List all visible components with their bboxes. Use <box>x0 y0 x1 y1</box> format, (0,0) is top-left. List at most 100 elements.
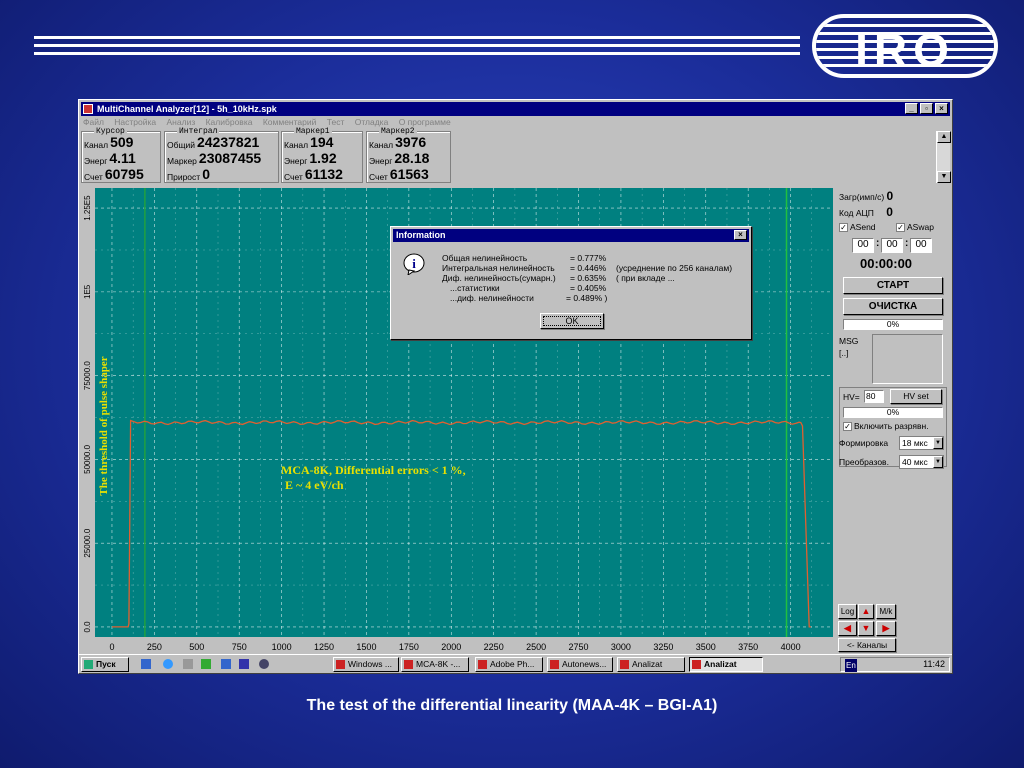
mk-button[interactable]: M/k <box>876 604 896 619</box>
menu-comment[interactable]: Комментарий <box>263 117 317 127</box>
arrow-right-icon[interactable]: ▶ <box>876 621 896 636</box>
task-analizat-1[interactable]: Analizat <box>617 657 685 672</box>
time-hours-field[interactable]: 00 <box>852 238 874 253</box>
chevron-down-icon[interactable]: ▼ <box>933 437 943 449</box>
menu-file[interactable]: Файл <box>83 117 104 127</box>
time-minutes-field[interactable]: 00 <box>881 238 903 253</box>
mca-window: MultiChannel Analyzer[12] - 5h_10kHz.spk… <box>78 99 953 674</box>
y-tick-label: 1.25E5 <box>83 195 92 221</box>
time-seconds-field[interactable]: 00 <box>910 238 932 253</box>
network-icon[interactable] <box>259 659 269 669</box>
aswap-label: ASwap <box>907 222 934 232</box>
msg-label: MSG <box>839 336 859 346</box>
dialog-value-2: = 0.446% <box>570 263 607 273</box>
information-dialog: Information × i Общая нелинейность = 0.77… <box>390 226 752 340</box>
cursor-label-2: Энерг <box>84 156 108 166</box>
ok-button[interactable]: OK <box>540 313 604 329</box>
menu-analysis[interactable]: Анализ <box>167 117 196 127</box>
language-indicator[interactable]: En <box>845 659 857 672</box>
arrow-left-icon[interactable]: ◀ <box>838 621 857 636</box>
load-label: Загр(имп/с) <box>839 192 885 202</box>
desktop-icon[interactable] <box>141 659 151 669</box>
hv-set-button[interactable]: HV set <box>890 389 942 404</box>
arrow-up-icon[interactable]: ▲ <box>858 604 874 619</box>
dialog-note-3: ( при вкладе ... <box>616 273 675 283</box>
clear-button[interactable]: ОЧИСТКА <box>843 298 943 315</box>
enable-discharge-label: Включить разрявн. <box>854 421 929 431</box>
logo-text: IRO <box>855 24 955 76</box>
marker2-energy-value: 28.18 <box>394 150 430 166</box>
menu-debug[interactable]: Отладка <box>355 117 389 127</box>
dialog-label-4: ...статистики <box>450 283 500 293</box>
ie-icon[interactable] <box>163 659 173 669</box>
dialog-value-1: = 0.777% <box>570 253 607 263</box>
x-tick-label: 3500 <box>696 642 716 652</box>
slide-caption: The test of the differential linearity (… <box>306 697 718 714</box>
channels-button[interactable]: <- Каналы <box>838 638 896 652</box>
y-tick-label: 25000.0 <box>83 528 92 557</box>
maximize-button[interactable]: ▫ <box>920 103 933 114</box>
aswap-checkbox[interactable]: ✓ <box>896 223 905 233</box>
channel-icon[interactable] <box>201 659 211 669</box>
x-tick-label: 3250 <box>653 642 673 652</box>
x-tick-label: 0 <box>109 642 114 652</box>
info-icon: i <box>403 253 425 275</box>
minimize-button[interactable]: _ <box>905 103 918 114</box>
enable-discharge-checkbox[interactable]: ✓ <box>843 422 852 432</box>
task-mca[interactable]: MCA-8K -... <box>401 657 469 672</box>
dialog-note-2: (усреднение по 256 каналам) <box>616 263 733 273</box>
x-tick-label: 500 <box>189 642 204 652</box>
x-tick-label: 3000 <box>611 642 631 652</box>
task-adobe[interactable]: Adobe Ph... <box>475 657 543 672</box>
shaping-select[interactable]: 18 мкс ▼ <box>899 436 944 450</box>
task-autonews[interactable]: Autonews... <box>547 657 613 672</box>
dialog-label-3: Диф. нелинейность(сумарн.) <box>442 273 556 283</box>
menu-calibration[interactable]: Калибровка <box>206 117 253 127</box>
scroll-down-icon[interactable]: ▼ <box>937 171 951 183</box>
dialog-label-2: Интегральная нелинейность <box>442 263 555 273</box>
marker1-box: Маркер1 Канал 194 Энерг 1.92 Счет 61132 <box>281 127 363 183</box>
explorer-icon[interactable] <box>221 659 231 669</box>
x-tick-label: 750 <box>232 642 247 652</box>
time-sep-1: : <box>876 238 880 249</box>
dialog-close-button[interactable]: × <box>734 230 747 240</box>
asend-checkbox[interactable]: ✓ <box>839 223 848 233</box>
marker2-channel-value: 3976 <box>395 134 427 150</box>
x-tick-label: 3750 <box>738 642 758 652</box>
x-tick-label: 2500 <box>526 642 546 652</box>
info-scrollbar[interactable]: ▲ ▼ <box>936 131 951 183</box>
arrow-down-icon[interactable]: ▼ <box>858 621 874 636</box>
progress-bar-2: 0% <box>843 407 943 418</box>
start-button[interactable]: СТАРТ <box>843 277 943 294</box>
header-lines <box>34 36 800 60</box>
conversion-select[interactable]: 40 мкс ▼ <box>899 455 944 469</box>
cursor-channel-value: 509 <box>110 134 134 150</box>
progress-bar-1: 0% <box>843 319 943 330</box>
hv-input[interactable]: 80 <box>864 390 884 403</box>
menu-test[interactable]: Тест <box>327 117 345 127</box>
start-menu-button[interactable]: Пуск <box>81 657 129 672</box>
dialog-value-5: = 0.489% ) <box>566 293 608 303</box>
integral-label-1: Общий <box>167 140 195 150</box>
chart-title-line-2: E ~ 4 eV/ch <box>285 478 344 492</box>
adc-label: Код АЦП <box>839 208 874 218</box>
outlook-icon[interactable] <box>183 659 193 669</box>
menu-settings[interactable]: Настройка <box>114 117 156 127</box>
x-tick-label: 2750 <box>569 642 589 652</box>
x-tick-label: 2000 <box>441 642 461 652</box>
close-button[interactable]: × <box>935 103 948 114</box>
integral-total-value: 24237821 <box>196 134 260 150</box>
chevron-down-icon[interactable]: ▼ <box>933 456 943 468</box>
system-tray: En 11:42 <box>840 657 950 672</box>
grid-icon[interactable] <box>239 659 249 669</box>
scroll-up-icon[interactable]: ▲ <box>937 131 951 143</box>
marker1-label-2: Энерг <box>284 156 308 166</box>
log-button[interactable]: Log <box>838 604 857 619</box>
chart-title-line-1: MCA-8K, Differential errors < 1 %, <box>281 463 466 477</box>
menu-about[interactable]: О программе <box>399 117 451 127</box>
cursor-energy-value: 4.11 <box>109 150 136 166</box>
task-analizat-2[interactable]: Analizat <box>689 657 763 672</box>
marker2-box: Маркер2 Канал 3976 Энерг 28.18 Счет 61563 <box>366 127 451 183</box>
task-windows[interactable]: Windows ... <box>333 657 399 672</box>
y-tick-label: 75000.0 <box>83 361 92 390</box>
